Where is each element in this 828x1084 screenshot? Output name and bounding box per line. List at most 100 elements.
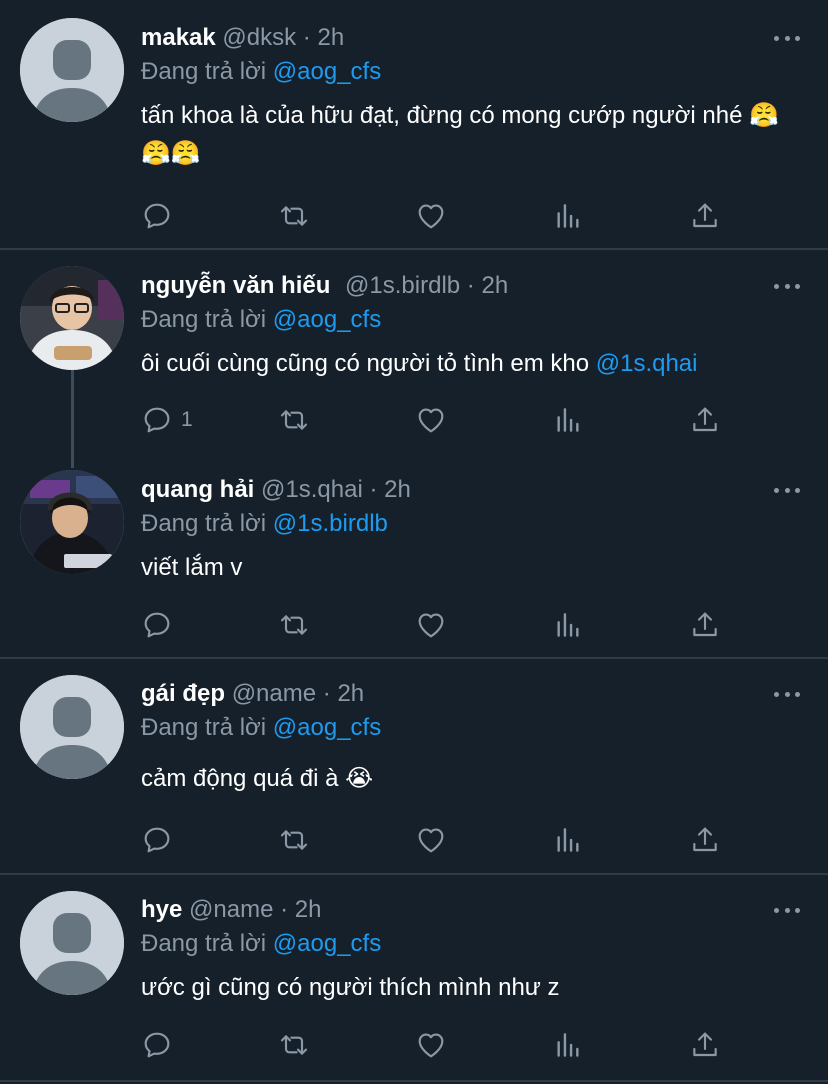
tweet-header: gái đẹp @name · 2h (141, 677, 768, 711)
replying-to-mention[interactable]: @aog_cfs (273, 930, 381, 957)
replying-to-mention[interactable]: @aog_cfs (273, 306, 381, 333)
replying-to-label: Đang trả lời (141, 714, 267, 741)
share-button[interactable] (689, 608, 721, 642)
replying-to-label: Đang trả lời (141, 58, 267, 85)
photo-avatar-icon (20, 266, 124, 370)
user-handle[interactable]: @1s.birdlb (345, 272, 460, 299)
like-button[interactable] (415, 823, 447, 857)
like-button[interactable] (415, 1028, 447, 1062)
retweet-button[interactable] (278, 608, 310, 642)
tweet[interactable]: makak @dksk · 2h Đang trả lời @aog_cfs t… (0, 0, 828, 249)
retweet-button[interactable] (278, 403, 310, 437)
avatar[interactable] (20, 470, 124, 574)
analytics-icon (557, 204, 579, 228)
replying-to: Đang trả lời @1s.birdlb (141, 507, 388, 541)
separator-dot: · (466, 272, 475, 299)
analytics-button[interactable] (552, 199, 584, 233)
divider (0, 1080, 828, 1082)
more-options-icon[interactable] (774, 486, 800, 494)
share-button[interactable] (689, 199, 721, 233)
tweet-text-content: ôi cuối cùng cũng có người tỏ tình em kh… (141, 350, 596, 377)
tweet[interactable]: gái đẹp @name · 2h Đang trả lời @aog_cfs… (0, 659, 828, 874)
analytics-button[interactable] (552, 823, 584, 857)
retweet-button[interactable] (278, 199, 310, 233)
share-button[interactable] (689, 403, 721, 437)
tweet-text: cảm động quá đi à 😭 (141, 765, 374, 792)
tweet-text: tấn khoa là của hữu đạt, đừng có mong cư… (141, 102, 779, 167)
reply-icon (144, 203, 170, 229)
separator-dot: · (302, 24, 311, 51)
replying-to-mention[interactable]: @aog_cfs (273, 714, 381, 741)
tweet[interactable]: nguyễn văn hiếu @1s.birdlb · 2h Đang trả… (0, 250, 828, 658)
like-button[interactable] (415, 608, 447, 642)
display-name[interactable]: nguyễn văn hiếu (141, 272, 330, 299)
replying-to-label: Đang trả lời (141, 930, 267, 957)
reply-icon (144, 612, 170, 638)
like-icon (418, 204, 444, 229)
display-name[interactable]: hye (141, 896, 182, 923)
replying-to-mention[interactable]: @aog_cfs (273, 58, 381, 85)
share-button[interactable] (689, 823, 721, 857)
action-bar: 1 (141, 403, 741, 437)
timestamp[interactable]: 2h (337, 680, 364, 707)
avatar[interactable] (20, 18, 124, 122)
user-handle[interactable]: @name (232, 680, 316, 707)
user-handle[interactable]: @name (189, 896, 273, 923)
analytics-icon (557, 828, 579, 852)
more-options-icon[interactable] (774, 906, 800, 914)
retweet-button[interactable] (278, 1028, 310, 1062)
avatar[interactable] (20, 675, 124, 779)
tweet-text: ôi cuối cùng cũng có người tỏ tình em kh… (141, 345, 801, 383)
more-options-icon[interactable] (774, 282, 800, 290)
text-mention[interactable]: @1s.qhai (596, 350, 698, 377)
action-bar (141, 608, 741, 642)
replying-to: Đang trả lời @aog_cfs (141, 711, 381, 745)
default-avatar-icon (20, 891, 124, 995)
analytics-button[interactable] (552, 1028, 584, 1062)
like-button[interactable] (415, 403, 447, 437)
tweet[interactable]: hye @name · 2h Đang trả lời @aog_cfs ước… (0, 875, 828, 1084)
more-options-icon[interactable] (774, 34, 800, 42)
retweet-button[interactable] (278, 823, 310, 857)
display-name[interactable]: gái đẹp (141, 680, 225, 707)
tweet-text: viết lắm v (141, 554, 243, 581)
timestamp[interactable]: 2h (295, 896, 322, 923)
like-button[interactable] (415, 199, 447, 233)
retweet-icon (280, 830, 308, 850)
tweet-header: quang hải @1s.qhai · 2h (141, 473, 768, 507)
tweet-header: nguyễn văn hiếu @1s.birdlb · 2h (141, 269, 768, 303)
timestamp[interactable]: 2h (317, 24, 344, 51)
timestamp[interactable]: 2h (481, 272, 508, 299)
reply-button[interactable]: 1 (141, 403, 193, 437)
reply-button[interactable] (141, 608, 173, 642)
display-name[interactable]: makak (141, 24, 216, 51)
reply-feed: makak @dksk · 2h Đang trả lời @aog_cfs t… (0, 0, 828, 1084)
reply-button[interactable] (141, 823, 173, 857)
reply-button[interactable] (141, 199, 173, 233)
display-name[interactable]: quang hải (141, 476, 254, 503)
replying-to: Đang trả lời @aog_cfs (141, 303, 381, 337)
like-icon (418, 828, 444, 853)
analytics-button[interactable] (552, 608, 584, 642)
retweet-icon (280, 206, 308, 226)
default-avatar-icon (20, 18, 124, 122)
separator-dot: · (322, 680, 331, 707)
share-icon (693, 612, 717, 637)
reply-icon (144, 1032, 170, 1058)
reply-icon (144, 827, 170, 853)
tweet-text: ước gì cũng có người thích mình như z (141, 974, 560, 1001)
action-bar (141, 823, 741, 857)
avatar[interactable] (20, 891, 124, 995)
replying-to-mention[interactable]: @1s.birdlb (273, 510, 388, 537)
timestamp[interactable]: 2h (384, 476, 411, 503)
avatar[interactable] (20, 266, 124, 370)
like-icon (418, 408, 444, 433)
share-button[interactable] (689, 1028, 721, 1062)
analytics-button[interactable] (552, 403, 584, 437)
like-icon (418, 613, 444, 638)
more-options-icon[interactable] (774, 690, 800, 698)
user-handle[interactable]: @1s.qhai (261, 476, 363, 503)
reply-button[interactable] (141, 1028, 173, 1062)
reply-count: 1 (181, 408, 193, 431)
user-handle[interactable]: @dksk (222, 24, 296, 51)
